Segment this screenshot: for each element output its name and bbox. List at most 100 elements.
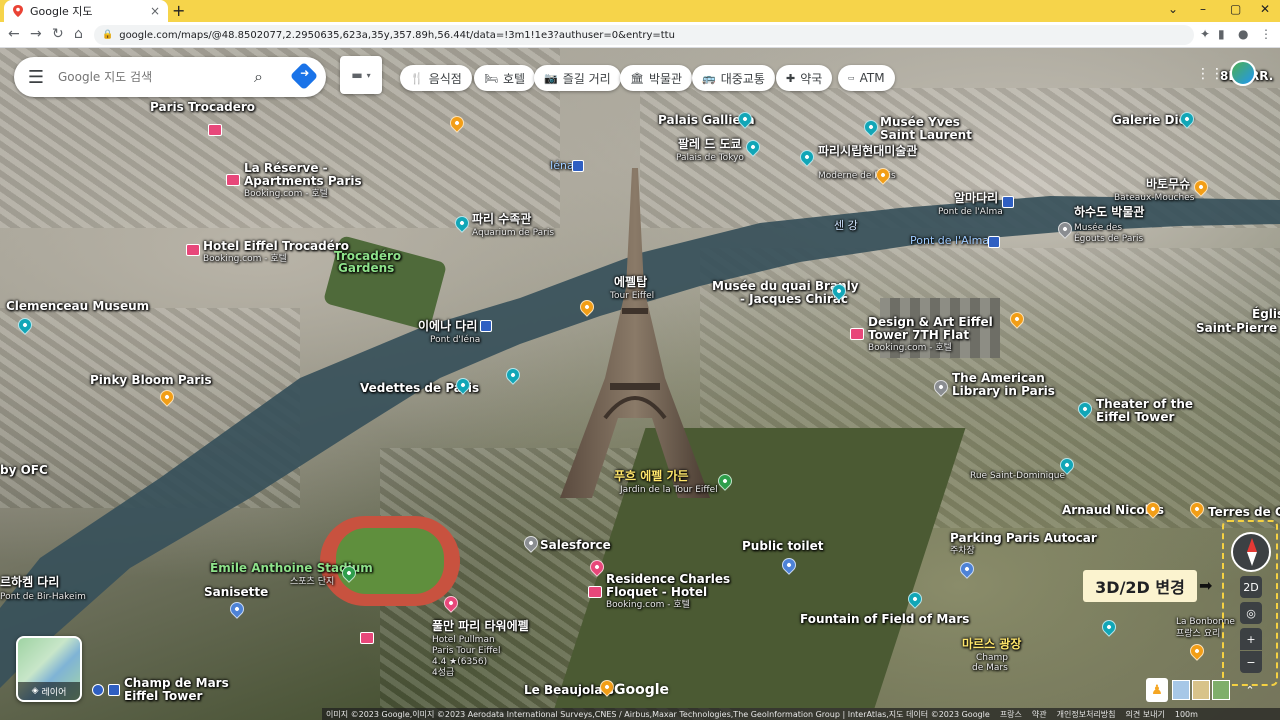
label-gardens[interactable]: Gardens (338, 262, 394, 274)
label-terres-de-cafe[interactable]: Terres de Caf (1208, 506, 1280, 518)
label-public-toilet[interactable]: Public toilet (742, 540, 824, 552)
hotel-icon[interactable] (226, 174, 240, 186)
label-eglis[interactable]: Églis (1252, 308, 1280, 320)
avatar[interactable] (1230, 60, 1256, 86)
label-eiffel-tower-kr[interactable]: 에펠탑 (614, 276, 647, 288)
label-bir-hakeim-kr[interactable]: 르하켐 다리 (0, 576, 59, 588)
chip-atm[interactable]: ▭ ATM (838, 65, 895, 91)
label-theater-eiffel-2[interactable]: Eiffel Tower (1096, 411, 1174, 423)
label-residence-charles-2[interactable]: Floquet - Hotel (606, 586, 707, 598)
label-alma-kr[interactable]: 알마다리 (954, 192, 998, 204)
label-alma-station[interactable]: Pont de l'Alma (910, 235, 989, 247)
label-salesforce[interactable]: Salesforce (540, 539, 611, 551)
label-champ-de-mars-station[interactable]: Champ de Mars (124, 677, 229, 689)
label-theater-eiffel[interactable]: Theater of the (1096, 398, 1193, 410)
hotel-icon[interactable] (588, 586, 602, 598)
expand-icon[interactable]: ⌃ (1240, 680, 1260, 700)
label-quai-branly-2[interactable]: - Jacques Chirac (740, 293, 848, 305)
label-fountain[interactable]: Fountain of Field of Mars (800, 613, 969, 625)
imagery-thumbnails[interactable] (1172, 680, 1230, 700)
tab-google-maps[interactable]: Google 지도 × (4, 0, 168, 22)
label-residence-charles[interactable]: Residence Charles (606, 573, 730, 585)
label-design-art[interactable]: Design & Art Eiffel (868, 316, 993, 328)
chip-hotels[interactable]: 🛏 호텔 (474, 65, 536, 91)
label-saint-laurent[interactable]: Saint Laurent (880, 129, 972, 141)
metro-station-icon[interactable] (988, 236, 1000, 248)
extensions-icon[interactable]: ✦ (1200, 27, 1210, 41)
label-by-ofc[interactable]: by OFC (0, 464, 48, 476)
label-la-reserve[interactable]: La Réserve - (244, 162, 328, 174)
thumbnail-terrain[interactable] (1192, 680, 1210, 700)
privacy-link[interactable]: 개인정보처리방침 (1057, 709, 1116, 720)
label-pinky-bloom[interactable]: Pinky Bloom Paris (90, 374, 212, 386)
hotel-icon[interactable] (360, 632, 374, 644)
compass-icon[interactable] (1231, 532, 1271, 572)
search-input[interactable] (58, 70, 238, 84)
zoom-in-button[interactable]: + (1240, 628, 1262, 650)
chip-restaurants[interactable]: 🍴 음식점 (400, 65, 472, 91)
bus-stop-icon[interactable] (1002, 196, 1014, 208)
hotel-icon[interactable] (208, 124, 222, 136)
zoom-out-button[interactable]: − (1240, 651, 1262, 673)
terms-link[interactable]: 약관 (1032, 709, 1047, 720)
maximize-button[interactable]: ▢ (1230, 2, 1241, 16)
chip-pharmacies[interactable]: ✚ 약국 (776, 65, 833, 91)
directions-icon[interactable] (289, 61, 319, 91)
pegman-icon[interactable]: ♟ (1146, 678, 1168, 702)
collapse-side-panel-button[interactable]: ▬ ▾ (340, 56, 382, 94)
layers-button[interactable]: ◈ 레이어 (16, 636, 82, 702)
close-window-button[interactable]: ✕ (1260, 2, 1270, 16)
country-link[interactable]: 프랑스 (1000, 709, 1022, 720)
label-parking[interactable]: Parking Paris Autocar (950, 532, 1097, 544)
back-arrow-icon[interactable]: ← (8, 26, 20, 42)
profile-icon[interactable]: ● (1238, 27, 1248, 41)
label-clemenceau-museum[interactable]: Clemenceau Museum (6, 300, 149, 312)
chip-things-to-do[interactable]: 📷 즐길 거리 (534, 65, 621, 91)
label-pont-iena-kr[interactable]: 이에나 다리 (418, 320, 477, 332)
browser-menu-icon[interactable]: ⋮ (1260, 27, 1272, 41)
label-pullman-kr[interactable]: 풀만 파리 타워에펠 (432, 620, 529, 632)
hotel-icon[interactable] (186, 244, 200, 256)
tab-close-icon[interactable]: × (150, 4, 160, 18)
feedback-link[interactable]: 의견 보내기 (1126, 709, 1165, 720)
tab-search-chevron-icon[interactable]: ⌄ (1168, 2, 1178, 16)
metro-station-icon[interactable] (572, 160, 584, 172)
search-icon[interactable]: ⌕ (254, 67, 263, 87)
label-sanisette[interactable]: Sanisette (204, 586, 268, 598)
label-paris-trocadero[interactable]: Paris Trocadero (150, 101, 255, 113)
label-mars-kr[interactable]: 마르스 광장 (962, 638, 1021, 650)
label-jardin-kr[interactable]: 푸흐 에펠 가든 (614, 470, 689, 482)
label-aquarium-kr[interactable]: 파리 수족관 (472, 213, 531, 225)
label-yves-saint-laurent[interactable]: Musée Yves (880, 116, 960, 128)
label-bateaux-kr[interactable]: 바토무슈 (1146, 178, 1190, 190)
label-egouts-kr[interactable]: 하수도 박물관 (1074, 206, 1144, 218)
my-location-icon[interactable]: ◎ (1240, 602, 1262, 624)
minimize-button[interactable]: – (1200, 2, 1206, 16)
forward-arrow-icon[interactable]: → (30, 26, 42, 42)
new-tab-button[interactable]: + (172, 1, 185, 20)
eiffel-tower-3d[interactable] (560, 168, 710, 498)
hamburger-menu-icon[interactable]: ☰ (14, 67, 58, 88)
reload-icon[interactable]: ↻ (52, 26, 64, 42)
metro-station-icon[interactable] (108, 684, 120, 696)
label-iena-station[interactable]: Iéna (550, 160, 574, 172)
sidebar-icon[interactable]: ▮ (1218, 27, 1225, 41)
google-apps-icon[interactable]: ⋮⋮ (1196, 66, 1224, 82)
label-american-library[interactable]: The American (952, 372, 1045, 384)
label-palais-tokyo-kr[interactable]: 팔레 드 도쿄 (678, 138, 742, 150)
label-la-reserve-apartments[interactable]: Apartments Paris (244, 175, 362, 187)
label-design-art-2[interactable]: Tower 7TH Flat (868, 329, 969, 341)
home-icon[interactable]: ⌂ (74, 26, 83, 42)
address-bar[interactable]: 🔒 google.com/maps/@48.8502077,2.2950635,… (94, 25, 1194, 45)
chip-museums[interactable]: 🏛 박물관 (620, 65, 693, 91)
thumbnail-satellite[interactable] (1212, 680, 1230, 700)
toggle-2d-button[interactable]: 2D (1240, 576, 1262, 598)
bus-stop-icon[interactable] (480, 320, 492, 332)
label-american-library-2[interactable]: Library in Paris (952, 385, 1055, 397)
hotel-icon[interactable] (850, 328, 864, 340)
rer-station-icon[interactable] (92, 684, 104, 696)
label-champ-de-mars-station-2[interactable]: Eiffel Tower (124, 690, 202, 702)
label-saint-pierre[interactable]: Saint-Pierre (1196, 322, 1277, 334)
thumbnail-map[interactable] (1172, 680, 1190, 700)
chip-transit[interactable]: 🚌 대중교통 (692, 65, 775, 91)
